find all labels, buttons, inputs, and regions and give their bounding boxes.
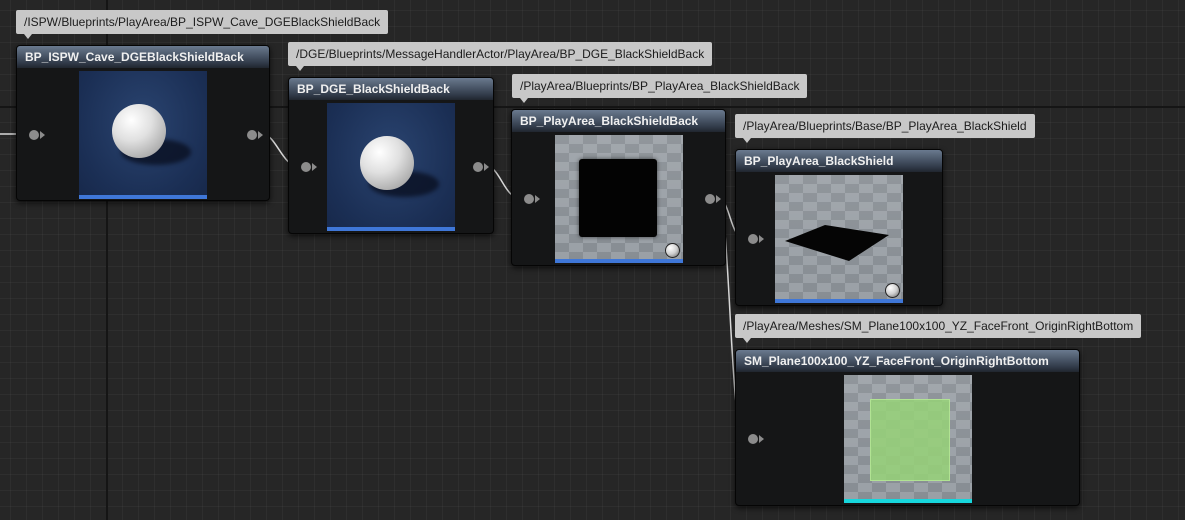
asset-thumbnail [844, 375, 972, 503]
node-title: BP_PlayArea_BlackShieldBack [512, 110, 725, 132]
input-pin[interactable] [291, 159, 317, 175]
thumbnail-type-bar [844, 499, 972, 503]
node-title: SM_Plane100x100_YZ_FaceFront_OriginRight… [736, 350, 1079, 372]
input-pin[interactable] [738, 231, 764, 247]
asset-path-tooltip: /PlayArea/Blueprints/Base/BP_PlayArea_Bl… [735, 114, 1035, 143]
asset-node-bp-playarea-blackshield[interactable]: BP_PlayArea_BlackShield [735, 149, 943, 306]
node-title: BP_ISPW_Cave_DGEBlackShieldBack [17, 46, 269, 68]
asset-thumbnail [775, 175, 903, 303]
asset-node-sm-plane[interactable]: SM_Plane100x100_YZ_FaceFront_OriginRight… [735, 349, 1080, 506]
input-pin[interactable] [738, 431, 764, 447]
asset-path-tooltip: /PlayArea/Blueprints/BP_PlayArea_BlackSh… [512, 74, 808, 103]
thumbnail-type-bar [555, 259, 683, 263]
reference-graph-canvas[interactable]: /ISPW/Blueprints/PlayArea/BP_ISPW_Cave_D… [0, 0, 1185, 520]
output-pin[interactable] [473, 159, 497, 175]
node-title: BP_PlayArea_BlackShield [736, 150, 942, 172]
asset-node-bp-dge[interactable]: BP_DGE_BlackShieldBack [288, 77, 494, 234]
asset-path-tooltip: /ISPW/Blueprints/PlayArea/BP_ISPW_Cave_D… [16, 10, 389, 39]
black-square-icon [579, 159, 657, 237]
sphere-icon [112, 104, 166, 158]
asset-thumbnail [555, 135, 683, 263]
black-plane-icon [785, 225, 889, 261]
blueprint-badge-icon [665, 243, 680, 258]
output-pin[interactable] [247, 127, 271, 143]
thumbnail-type-bar [79, 195, 207, 199]
input-pin[interactable] [19, 127, 45, 143]
input-pin[interactable] [514, 191, 540, 207]
thumbnail-type-bar [775, 299, 903, 303]
node-title: BP_DGE_BlackShieldBack [289, 78, 493, 100]
output-pin[interactable] [705, 191, 729, 207]
asset-node-bp-ispw-cave[interactable]: BP_ISPW_Cave_DGEBlackShieldBack [16, 45, 270, 201]
green-plane-icon [870, 399, 950, 481]
thumbnail-type-bar [327, 227, 455, 231]
sphere-icon [360, 136, 414, 190]
asset-thumbnail [79, 71, 207, 199]
asset-path-tooltip: /DGE/Blueprints/MessageHandlerActor/Play… [288, 42, 713, 71]
asset-thumbnail [327, 103, 455, 231]
blueprint-badge-icon [885, 283, 900, 298]
asset-path-tooltip: /PlayArea/Meshes/SM_Plane100x100_YZ_Face… [735, 314, 1142, 343]
asset-node-bp-playarea-blackshieldback[interactable]: BP_PlayArea_BlackShieldBack [511, 109, 726, 266]
